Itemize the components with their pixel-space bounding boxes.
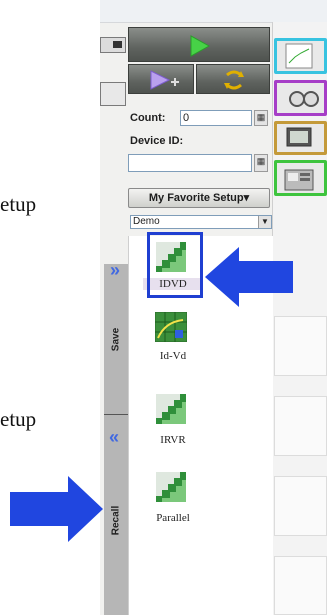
play-append-icon [150, 70, 179, 90]
keyboard-icon: ▦ [256, 156, 266, 166]
keypad-icon: ▦ [256, 112, 266, 122]
repeat-arrows-icon [224, 70, 244, 90]
setup-item-label: Parallel [156, 512, 190, 524]
arrow-left-icon [205, 247, 293, 307]
arrow-right-icon [10, 476, 103, 542]
right-panel-4 [274, 556, 327, 615]
monitor-icon [286, 127, 312, 147]
append-run-button[interactable] [128, 64, 194, 94]
instrument-tab-4[interactable] [274, 160, 327, 196]
caret-down-icon: ▾ [243, 192, 250, 204]
highlight-box [147, 232, 203, 298]
recall-tab-label: Recall [110, 505, 122, 536]
instrument-icon [284, 169, 314, 191]
background-text-top: etup [0, 192, 37, 216]
instrument-tab-3[interactable] [274, 121, 327, 155]
setup-item-id-vd[interactable]: Id-Vd [140, 310, 206, 370]
grid-curve-icon [155, 312, 187, 342]
right-panel-2 [274, 396, 327, 456]
count-input[interactable]: 0 [180, 110, 252, 126]
device-id-keypad-button[interactable]: ▦ [254, 154, 268, 172]
stair-grid-icon [156, 472, 186, 502]
setup-item-label: Id-Vd [159, 350, 187, 362]
collapse-chevron-icon: « [109, 427, 120, 447]
left-panel-field[interactable] [100, 82, 126, 106]
setup-item-label: IRVR [160, 434, 186, 446]
repeat-button[interactable] [196, 64, 270, 94]
play-icon [190, 35, 211, 57]
count-keypad-button[interactable]: ▦ [254, 110, 268, 126]
save-tab-label: Save [110, 327, 122, 352]
favorite-setup-selected: Demo [133, 216, 160, 227]
save-tab[interactable]: » Save [104, 260, 128, 415]
favorite-setup-button[interactable]: My Favorite Setup▾ [128, 188, 270, 208]
right-panel-1 [274, 316, 327, 376]
keyboard-icon [113, 41, 122, 48]
title-strip [100, 0, 327, 23]
stair-grid-icon [156, 394, 186, 424]
instrument-tab-1[interactable] [274, 38, 327, 74]
left-panel-button[interactable] [100, 37, 126, 53]
expand-chevron-icon: » [110, 260, 121, 280]
recall-tab[interactable]: « Recall [104, 415, 128, 615]
setup-item-irvr[interactable]: IRVR [140, 392, 206, 452]
right-panel-3 [274, 476, 327, 536]
run-button[interactable] [128, 27, 270, 62]
favorite-setup-select[interactable]: Demo ▼ [130, 215, 272, 229]
magnifier-icon [289, 91, 319, 107]
instrument-tab-2[interactable] [274, 80, 327, 116]
count-label: Count: [130, 112, 166, 124]
grid-chart-icon [285, 43, 313, 69]
device-id-label: Device ID: [130, 135, 184, 147]
chevron-down-icon: ▼ [258, 216, 271, 228]
setup-item-parallel[interactable]: Parallel [140, 470, 206, 530]
favorite-setup-label: My Favorite Setup [148, 192, 244, 204]
background-text-bottom: etup [0, 407, 37, 431]
device-id-input[interactable] [128, 154, 252, 172]
